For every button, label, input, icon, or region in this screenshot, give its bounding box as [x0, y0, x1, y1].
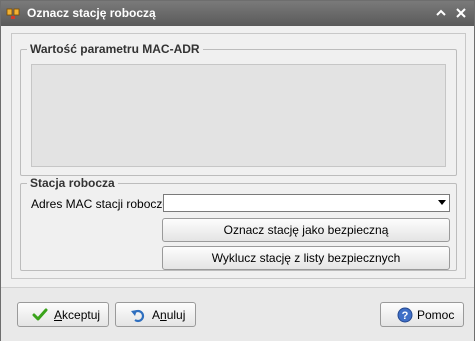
- network-station-icon: [6, 8, 20, 19]
- accept-button-label: Akceptuj: [54, 308, 101, 322]
- mac-parameter-group: Wartość parametru MAC-ADR: [20, 42, 457, 176]
- cancel-button[interactable]: Anuluj: [115, 302, 196, 327]
- help-button-label: Pomoc: [417, 308, 455, 322]
- mac-parameter-legend: Wartość parametru MAC-ADR: [27, 42, 203, 56]
- workstation-group: Stacja robocza Adres MAC stacji roboczej…: [20, 176, 457, 271]
- title-bar: Oznacz stację roboczą: [1, 1, 474, 26]
- undo-icon: [131, 309, 145, 323]
- exclude-station-button[interactable]: Wyklucz stację z listy bezpiecznych: [162, 246, 450, 270]
- workstation-legend: Stacja robocza: [27, 176, 118, 190]
- mark-safe-button-label: Oznacz stację jako bezpieczną: [223, 223, 389, 237]
- window-title: Oznacz stację roboczą: [27, 6, 156, 20]
- footer-bar: Akceptuj Anuluj ? Pomoc: [1, 287, 474, 341]
- mac-address-combobox[interactable]: [163, 194, 450, 212]
- cancel-button-label: Anuluj: [152, 308, 186, 322]
- checkmark-icon: [32, 308, 48, 321]
- mark-safe-button[interactable]: Oznacz stację jako bezpieczną: [162, 218, 450, 242]
- help-icon: ?: [397, 307, 413, 323]
- exclude-station-button-label: Wyklucz stację z listy bezpiecznych: [211, 251, 401, 265]
- dialog-window: Oznacz stację roboczą Wartość parametru …: [0, 0, 475, 341]
- help-button[interactable]: ? Pomoc: [380, 302, 464, 327]
- svg-text:?: ?: [402, 310, 409, 322]
- close-icon[interactable]: [454, 6, 468, 20]
- chevron-down-icon[interactable]: [438, 200, 446, 205]
- accept-button[interactable]: Akceptuj: [17, 302, 109, 327]
- mac-address-label: Adres MAC stacji roboczej:: [31, 197, 176, 211]
- content-panel: Wartość parametru MAC-ADR Stacja robocza…: [11, 33, 466, 279]
- collapse-icon[interactable]: [434, 6, 448, 20]
- mac-parameter-value-area[interactable]: [31, 64, 446, 167]
